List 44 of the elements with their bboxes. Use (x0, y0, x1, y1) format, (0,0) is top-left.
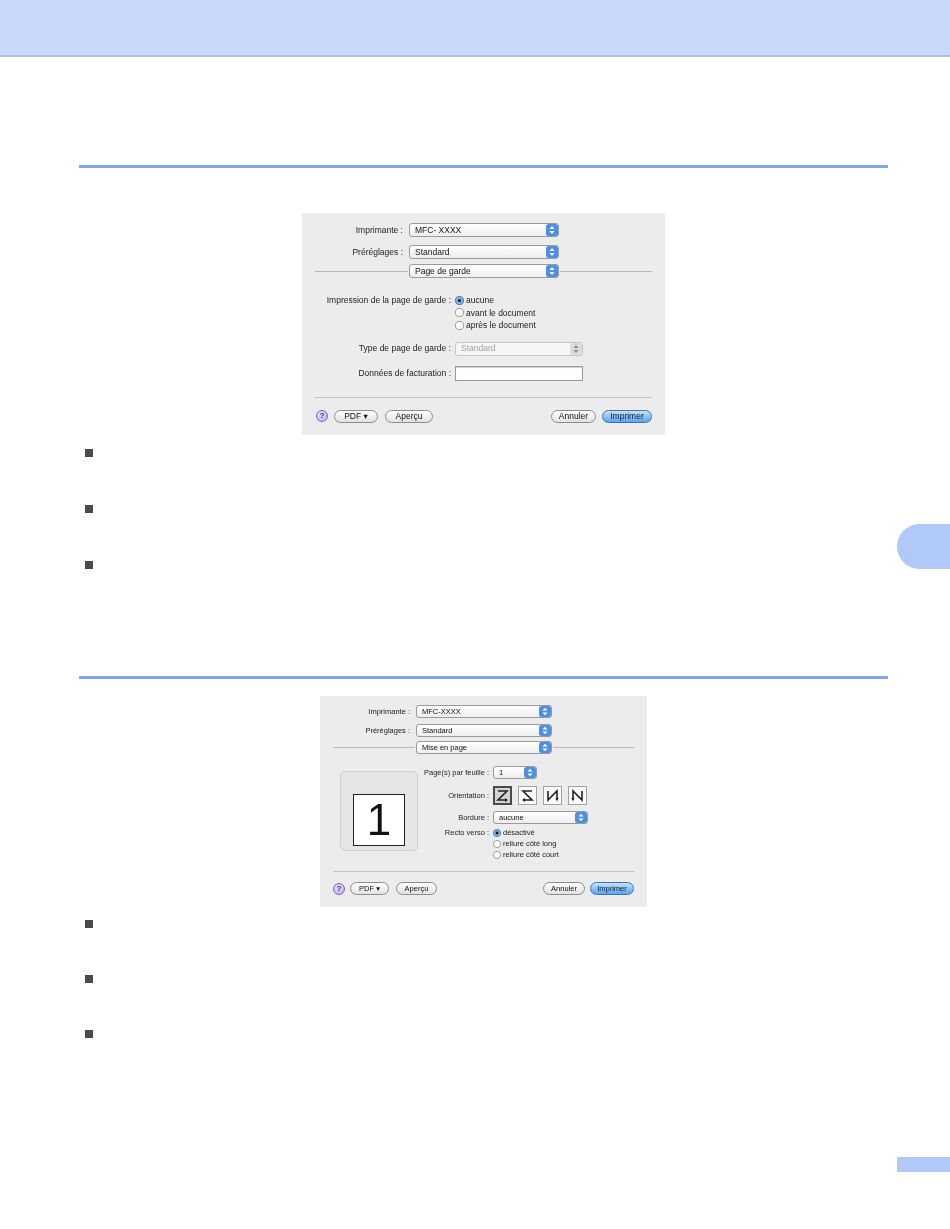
orientation-button[interactable] (543, 786, 562, 805)
orientation-button[interactable] (493, 786, 512, 805)
printer-label: Imprimante : (355, 224, 403, 236)
stepper-arrows-icon (546, 224, 558, 236)
stepper-arrows-icon (539, 742, 551, 753)
bullet-icon (85, 975, 93, 983)
page-order-icon (495, 788, 510, 803)
print-button[interactable]: Imprimer (602, 409, 652, 423)
help-button[interactable]: ? (333, 882, 345, 895)
page-order-icon (570, 788, 585, 803)
radio-option[interactable]: avant le document (455, 306, 536, 319)
orientation-button[interactable] (568, 786, 587, 805)
stepper-arrows-icon (539, 725, 551, 736)
radio-option[interactable]: après le document (455, 319, 536, 332)
stepper-arrows-icon (575, 812, 587, 823)
field-label: Données de facturation : (358, 367, 451, 379)
page-order-icon (545, 788, 560, 803)
page-number: 1 (366, 798, 392, 842)
page-order-icon (520, 788, 535, 803)
bullet-icon (85, 561, 93, 569)
stepper-arrows-icon (539, 706, 551, 717)
field-label: Impression de la page de garde : (326, 294, 451, 307)
stepper-arrows-icon (546, 265, 558, 277)
preview-button[interactable]: Aperçu (385, 409, 433, 423)
panel-dropdown[interactable]: Page de garde (409, 264, 559, 278)
cancel-button[interactable]: Annuler (551, 409, 596, 423)
bullet-icon (85, 1030, 93, 1038)
help-button[interactable]: ? (316, 410, 328, 422)
pdf-menu-button[interactable]: PDF ▾ (334, 409, 378, 423)
radio-option[interactable]: aucune (455, 294, 536, 307)
page-marker-band (897, 1157, 950, 1172)
bullet-icon (85, 920, 93, 928)
chapter-marker-band (897, 524, 950, 569)
presets-label: Préréglages : (352, 246, 403, 258)
presets-dropdown[interactable]: Standard (409, 245, 559, 259)
stepper-arrows-icon (570, 342, 582, 355)
orientation-button[interactable] (518, 786, 537, 805)
stepper-arrows-icon (524, 767, 536, 778)
stepper-arrows-icon (546, 246, 558, 258)
text-field[interactable] (455, 365, 583, 381)
bullet-icon (85, 449, 93, 457)
bullet-icon (85, 505, 93, 513)
field-label: Type de page de garde : (358, 343, 451, 354)
printer-dropdown[interactable]: MFC- XXXX (409, 223, 559, 237)
